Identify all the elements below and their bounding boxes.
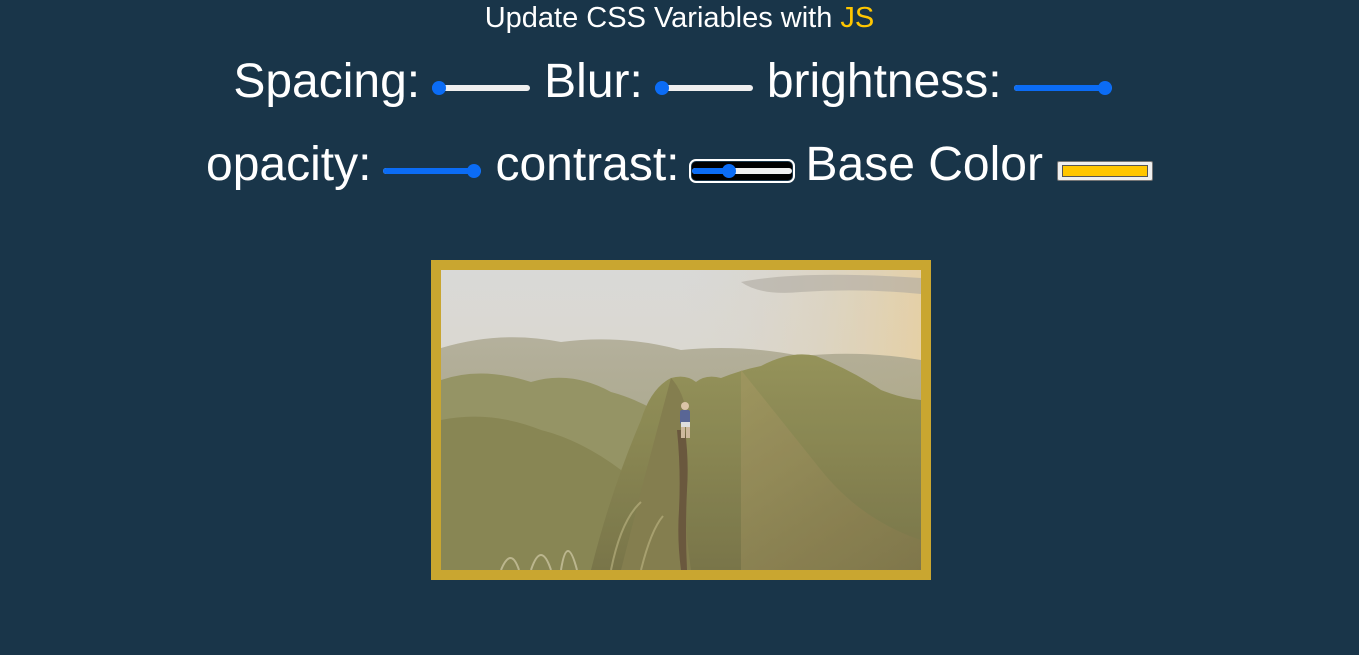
opacity-slider[interactable]: [383, 162, 482, 180]
title-highlight: JS: [840, 2, 875, 34]
controls-row-1: Spacing: Blur: brightness:: [0, 54, 1359, 110]
spacing-slider-thumb[interactable]: [432, 81, 447, 95]
base-color-label: Base Color: [805, 138, 1043, 191]
page-title: Update CSS Variables with JS: [0, 0, 1359, 36]
page: Update CSS Variables with JS Spacing: Bl…: [0, 0, 1359, 655]
contrast-label: contrast:: [495, 138, 680, 191]
contrast-slider-thumb[interactable]: [721, 164, 736, 178]
title-text: Update CSS Variables with: [484, 2, 841, 34]
spacing-slider[interactable]: [432, 79, 531, 97]
brightness-slider[interactable]: [1013, 79, 1112, 97]
contrast-slider[interactable]: [688, 159, 795, 183]
opacity-slider-thumb[interactable]: [467, 164, 482, 178]
spacing-slider-track: [432, 85, 531, 91]
base-color-swatch: [1061, 165, 1148, 177]
mountain-hiker-photo: [441, 270, 921, 570]
opacity-slider-fill: [383, 168, 475, 174]
blur-slider-track: [654, 85, 753, 91]
spacing-label: Spacing:: [233, 55, 421, 108]
base-color-picker[interactable]: [1056, 161, 1153, 181]
opacity-label: opacity:: [206, 138, 372, 191]
blur-label: Blur:: [544, 55, 643, 108]
photo-frame: [431, 260, 931, 580]
blur-slider-thumb[interactable]: [654, 81, 669, 95]
brightness-slider-fill: [1013, 85, 1105, 91]
controls-row-2: opacity: contrast: Base Color: [0, 137, 1359, 193]
brightness-slider-thumb[interactable]: [1097, 81, 1112, 95]
brightness-label: brightness:: [766, 55, 1002, 108]
blur-slider[interactable]: [654, 79, 753, 97]
